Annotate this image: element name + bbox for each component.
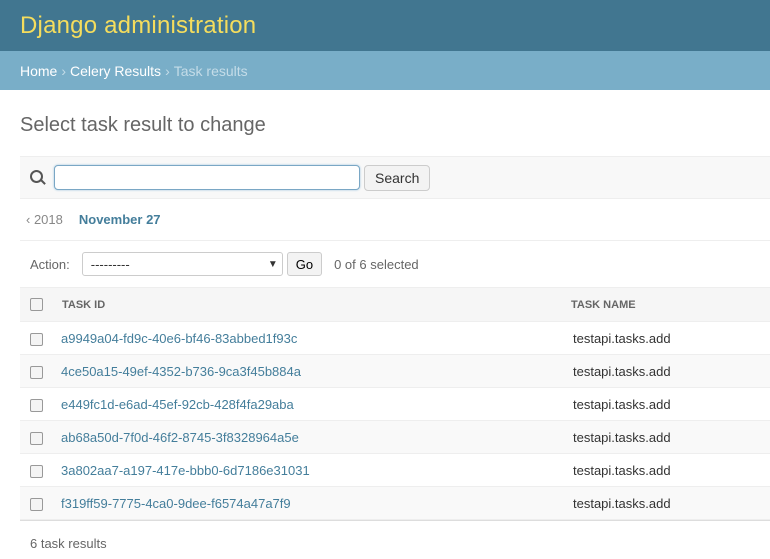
table-row: f319ff59-7775-4ca0-9dee-f6574a47a7f9 tes… bbox=[20, 486, 770, 520]
table-row: e449fc1d-e6ad-45ef-92cb-428f4fa29aba tes… bbox=[20, 387, 770, 421]
row-checkbox-cell bbox=[20, 354, 53, 388]
date-hierarchy-back-link[interactable]: ‹ 2018 bbox=[26, 212, 63, 227]
task-id-link[interactable]: 4ce50a15-49ef-4352-b736-9ca3f45b884a bbox=[61, 364, 301, 379]
task-id-cell: 3a802aa7-a197-417e-bbb0-6d7186e31031 bbox=[53, 453, 571, 487]
task-name-cell: testapi.tasks.add bbox=[571, 387, 770, 421]
search-input[interactable] bbox=[54, 165, 360, 190]
search-toolbar: Search bbox=[20, 156, 770, 199]
row-checkbox[interactable] bbox=[30, 464, 43, 478]
task-id-cell: e449fc1d-e6ad-45ef-92cb-428f4fa29aba bbox=[53, 387, 571, 421]
table-row: 4ce50a15-49ef-4352-b736-9ca3f45b884a tes… bbox=[20, 354, 770, 388]
task-id-cell: f319ff59-7775-4ca0-9dee-f6574a47a7f9 bbox=[53, 486, 571, 520]
breadcrumb: Home › Celery Results › Task results bbox=[0, 51, 770, 90]
actions-bar: Action: --------- ▼ Go 0 of 6 selected bbox=[20, 241, 770, 287]
header: Django administration bbox=[0, 0, 770, 51]
selected-count: 0 of 6 selected bbox=[334, 256, 419, 272]
search-icon bbox=[30, 169, 46, 186]
row-checkbox[interactable] bbox=[30, 365, 43, 379]
column-header-task-id[interactable]: Task ID bbox=[53, 287, 571, 322]
row-checkbox[interactable] bbox=[30, 431, 43, 445]
task-id-cell: 4ce50a15-49ef-4352-b736-9ca3f45b884a bbox=[53, 354, 571, 388]
go-button[interactable]: Go bbox=[286, 252, 323, 276]
action-select[interactable]: --------- ▼ bbox=[81, 252, 283, 276]
row-checkbox[interactable] bbox=[30, 332, 43, 346]
search-button[interactable]: Search bbox=[364, 164, 431, 191]
select-all-cell bbox=[20, 287, 53, 322]
table-row: 3a802aa7-a197-417e-bbb0-6d7186e31031 tes… bbox=[20, 453, 770, 487]
row-checkbox-cell bbox=[20, 387, 53, 421]
breadcrumb-separator: › bbox=[61, 62, 67, 79]
task-name-cell: testapi.tasks.add bbox=[571, 453, 770, 487]
task-id-link[interactable]: f319ff59-7775-4ca0-9dee-f6574a47a7f9 bbox=[61, 496, 291, 511]
task-id-link[interactable]: ab68a50d-7f0d-46f2-8745-3f8328964a5e bbox=[61, 430, 299, 445]
breadcrumb-home-link[interactable]: Home bbox=[20, 63, 57, 79]
task-id-cell: ab68a50d-7f0d-46f2-8745-3f8328964a5e bbox=[53, 420, 571, 454]
column-header-label: Task name bbox=[571, 298, 636, 311]
row-checkbox-cell bbox=[20, 453, 53, 487]
row-checkbox[interactable] bbox=[30, 398, 43, 412]
column-header-task-name[interactable]: Task name bbox=[571, 287, 770, 322]
table-row: ab68a50d-7f0d-46f2-8745-3f8328964a5e tes… bbox=[20, 420, 770, 454]
task-name-cell: testapi.tasks.add bbox=[571, 321, 770, 355]
action-label: Action: bbox=[30, 256, 70, 272]
row-checkbox[interactable] bbox=[30, 497, 43, 511]
breadcrumb-app-link[interactable]: Celery Results bbox=[70, 63, 161, 79]
action-select-value: --------- bbox=[90, 256, 130, 272]
task-name-cell: testapi.tasks.add bbox=[571, 354, 770, 388]
chevron-down-icon: ▼ bbox=[267, 258, 278, 270]
site-name[interactable]: Django administration bbox=[20, 12, 256, 40]
row-checkbox-cell bbox=[20, 321, 53, 355]
task-id-link[interactable]: a9949a04-fd9c-40e6-bf46-83abbed1f93c bbox=[61, 331, 297, 346]
date-hierarchy: ‹ 2018 November 27 bbox=[20, 199, 770, 241]
task-id-link[interactable]: 3a802aa7-a197-417e-bbb0-6d7186e31031 bbox=[61, 463, 310, 478]
select-all-checkbox[interactable] bbox=[30, 298, 43, 311]
breadcrumb-current: Task results bbox=[173, 62, 248, 79]
results-table: Task ID Task name a9949a04-fd9c-40e6-bf4… bbox=[20, 287, 770, 520]
table-row: a9949a04-fd9c-40e6-bf46-83abbed1f93c tes… bbox=[20, 321, 770, 355]
row-checkbox-cell bbox=[20, 486, 53, 520]
task-name-cell: testapi.tasks.add bbox=[571, 486, 770, 520]
page-title: Select task result to change bbox=[20, 114, 266, 136]
date-hierarchy-current-day[interactable]: November 27 bbox=[79, 212, 161, 227]
column-header-label: Task ID bbox=[62, 298, 106, 311]
breadcrumb-separator: › bbox=[165, 62, 170, 79]
table-header-row: Task ID Task name bbox=[20, 287, 770, 322]
task-id-cell: a9949a04-fd9c-40e6-bf46-83abbed1f93c bbox=[53, 321, 571, 355]
task-name-cell: testapi.tasks.add bbox=[571, 420, 770, 454]
task-id-link[interactable]: e449fc1d-e6ad-45ef-92cb-428f4fa29aba bbox=[61, 397, 294, 412]
paginator: 6 task results bbox=[30, 536, 107, 551]
row-checkbox-cell bbox=[20, 420, 53, 454]
content: Select task result to change Search ‹ 20… bbox=[0, 114, 770, 551]
